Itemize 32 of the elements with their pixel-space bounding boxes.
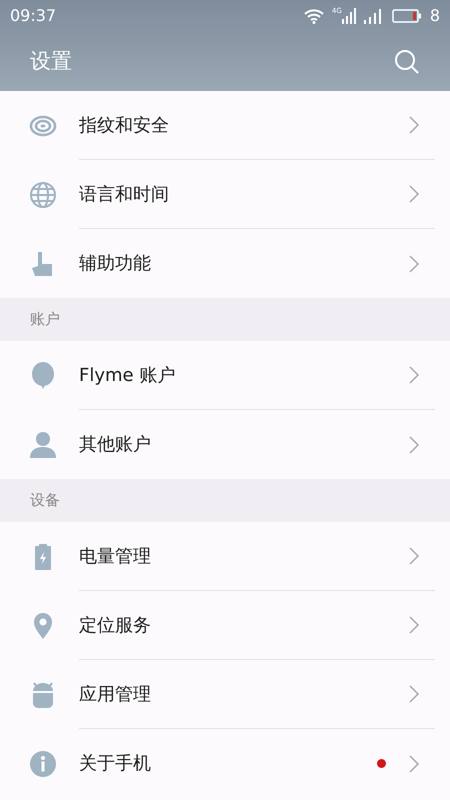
section-header: 设备 [30, 490, 60, 512]
chevron-icon [408, 365, 420, 385]
signal-icon [342, 8, 356, 24]
chevron-icon [408, 546, 420, 566]
row-label: Flyme 账户 [79, 364, 176, 388]
search-icon[interactable] [394, 48, 420, 74]
signal-icon [364, 8, 384, 24]
chevron-icon [408, 434, 420, 454]
row-label: 关于手机 [79, 752, 152, 776]
wifi-icon [304, 8, 324, 24]
page-title: 设置 [30, 48, 72, 75]
chevron-icon [408, 184, 420, 204]
chevron-icon [408, 615, 420, 635]
row-label: 语言和时间 [79, 182, 170, 206]
row-label: 其他账户 [79, 433, 152, 457]
row-label: 辅助功能 [79, 252, 152, 276]
info-icon [29, 750, 57, 778]
person-icon [29, 430, 57, 458]
row-label: 定位服务 [79, 614, 152, 638]
globe-icon [29, 180, 57, 208]
battery-icon [392, 8, 422, 24]
row-label: 电量管理 [79, 544, 152, 568]
clock: 09:37 [10, 5, 56, 27]
row-label: 应用管理 [79, 682, 152, 706]
chevron-icon [408, 254, 420, 274]
chevron-icon [408, 684, 420, 704]
row-label: 指纹和安全 [79, 114, 170, 138]
chevron-icon [408, 115, 420, 135]
balloon-icon [29, 362, 57, 390]
section-header: 账户 [30, 309, 60, 330]
chevron-icon [408, 754, 420, 774]
battery-level: 8 [430, 5, 440, 27]
